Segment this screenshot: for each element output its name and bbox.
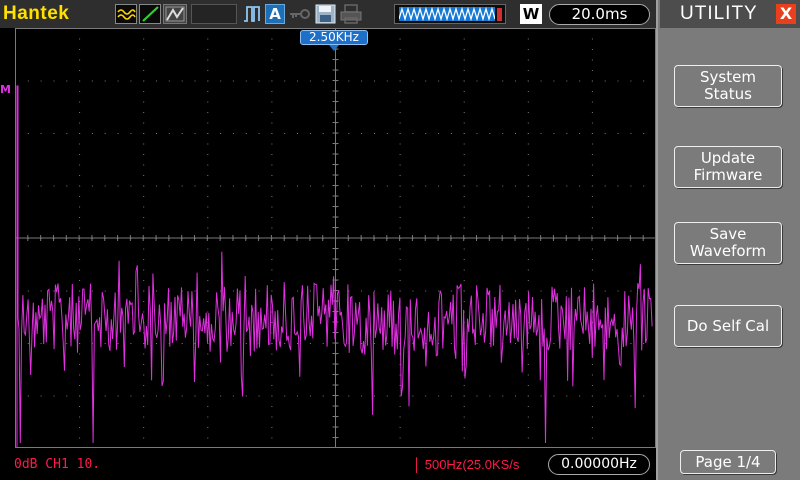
fft-math-icon[interactable] [115, 4, 137, 24]
persist-icon[interactable] [163, 4, 187, 24]
print-icon[interactable] [340, 4, 362, 24]
graticule-grid [15, 28, 656, 448]
frequency-marker-pointer [329, 45, 339, 51]
save-waveform-button[interactable]: Save Waveform [674, 222, 782, 264]
memory-waveform-indicator [394, 4, 506, 24]
menu-header: UTILITY X [660, 0, 800, 28]
channel-reference-marker[interactable]: M [0, 83, 17, 97]
system-status-button[interactable]: System Status [674, 65, 782, 107]
page-button[interactable]: Page 1/4 [680, 450, 776, 474]
menu-title: UTILITY [680, 3, 758, 24]
status-slot [191, 4, 237, 24]
brand-logo: Hantek [3, 3, 70, 24]
frequency-counter-readout: 0.00000Hz [548, 454, 650, 475]
utility-menu: UTILITY X System Status Update Firmware … [656, 0, 800, 480]
acquire-mode-badge: W [520, 4, 542, 24]
frequency-marker[interactable]: 2.50KHz [300, 30, 368, 45]
line-icon[interactable] [139, 4, 161, 24]
auto-icon[interactable]: A [265, 4, 285, 24]
bottom-status-bar: 0dB CH1 10. │ 500Hz(25.0KS/s 0.00000Hz [0, 448, 656, 480]
timebase-readout: 20.0ms [549, 4, 650, 25]
self-calibration-button[interactable]: Do Self Cal [674, 305, 782, 347]
top-status-bar: Hantek A W 20.0ms [0, 0, 656, 28]
fft-trace [16, 85, 653, 448]
update-firmware-button[interactable]: Update Firmware [674, 146, 782, 188]
pulse-trigger-icon[interactable] [242, 4, 262, 24]
key-lock-icon [288, 4, 312, 24]
sample-rate-label: │ 500Hz(25.0KS/s [413, 457, 520, 472]
save-icon[interactable] [315, 4, 336, 24]
waveform-display [15, 28, 656, 448]
close-button[interactable]: X [776, 4, 796, 24]
channel-scale-label: 0dB CH1 10. [14, 457, 101, 472]
